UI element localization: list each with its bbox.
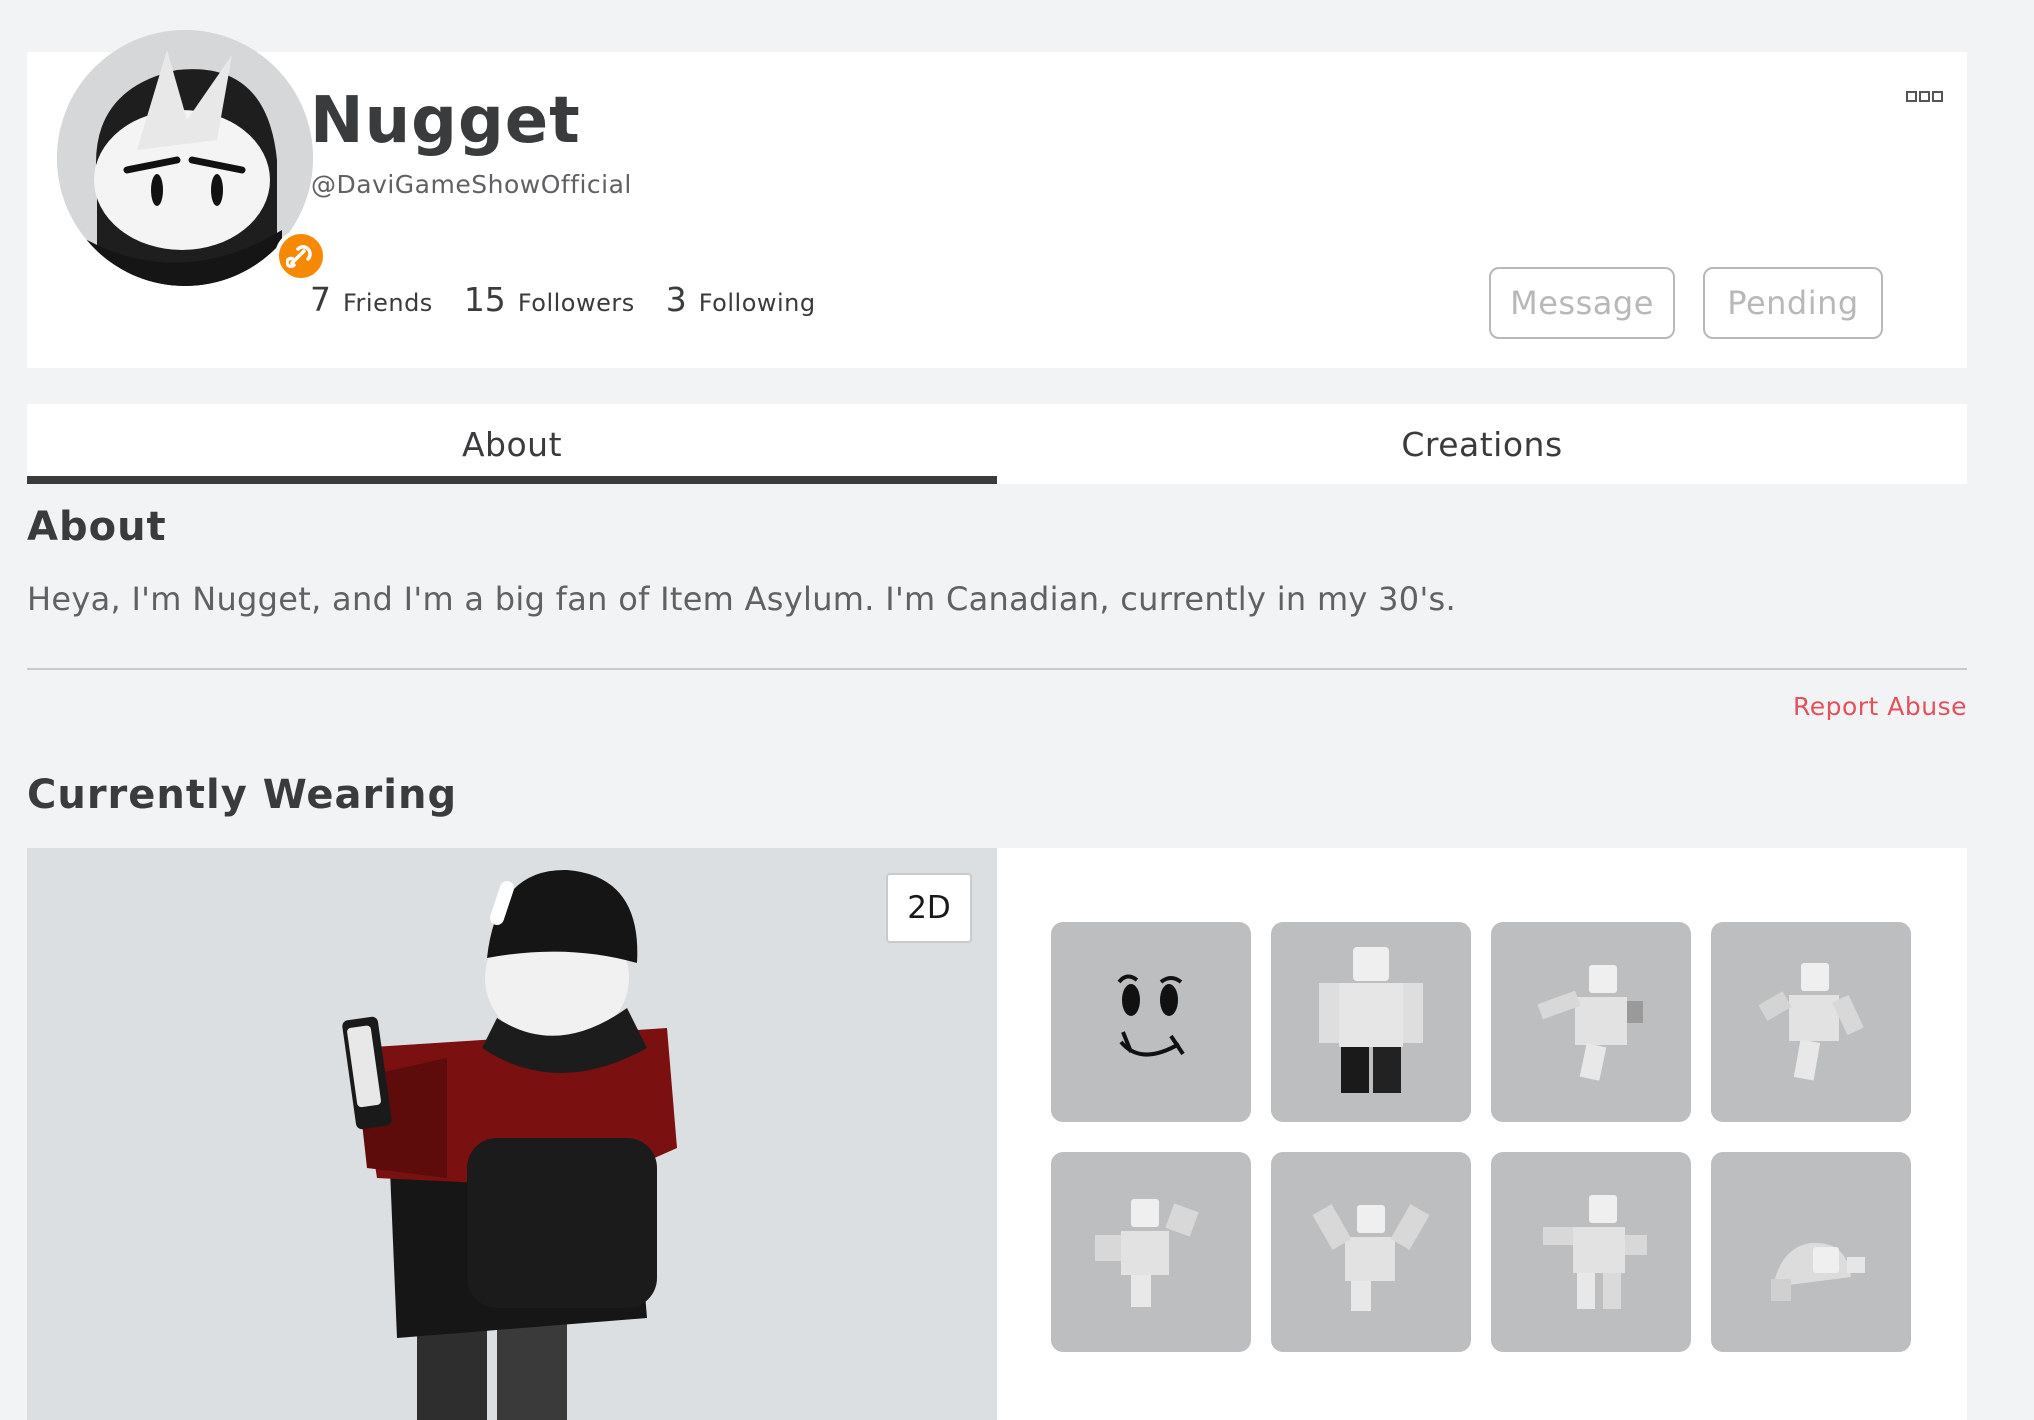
about-heading: About <box>27 504 167 550</box>
following-count: 3 <box>665 280 687 319</box>
username: @DaviGameShowOfficial <box>311 170 632 199</box>
animation-pose-icon <box>1758 963 1864 1081</box>
pending-button[interactable]: Pending <box>1703 267 1883 339</box>
avatar-3d-figure <box>342 869 677 1420</box>
tab-creations[interactable]: Creations <box>997 404 1967 484</box>
message-button[interactable]: Message <box>1489 267 1675 339</box>
profile-stats: 7 Friends 15 Followers 3 Following <box>310 280 847 319</box>
tab-about[interactable]: About <box>27 404 997 484</box>
friends-stat[interactable]: 7 Friends <box>310 280 433 319</box>
report-abuse-link[interactable]: Report Abuse <box>1793 692 1967 721</box>
followers-count: 15 <box>463 280 506 319</box>
more-options-icon[interactable] <box>1906 88 1944 107</box>
following-label: Following <box>698 289 816 317</box>
wrench-icon <box>275 230 327 282</box>
following-stat[interactable]: 3 Following <box>666 280 816 319</box>
friends-label: Friends <box>343 289 433 317</box>
display-name: Nugget <box>310 84 581 158</box>
avatar-headshot[interactable] <box>57 30 327 286</box>
avatar-3d-viewer[interactable] <box>27 848 997 1420</box>
animation-pose-icon <box>1771 1242 1865 1301</box>
animation-pose-icon <box>1543 1195 1647 1309</box>
wearing-item-animation[interactable] <box>1711 1152 1911 1352</box>
about-description: Heya, I'm Nugget, and I'm a big fan of I… <box>27 580 1456 618</box>
wearing-item-outfit[interactable] <box>1271 922 1471 1122</box>
wearing-item-grid <box>1051 922 1911 1352</box>
currently-wearing-heading: Currently Wearing <box>27 772 458 818</box>
wearing-item-face[interactable] <box>1051 922 1251 1122</box>
wearing-item-animation[interactable] <box>1271 1152 1471 1352</box>
divider <box>27 668 1967 670</box>
profile-tabs: About Creations <box>27 404 1967 484</box>
animation-pose-icon <box>1312 1204 1430 1311</box>
wearing-item-animation[interactable] <box>1051 1152 1251 1352</box>
followers-label: Followers <box>517 289 635 317</box>
wearing-item-animation[interactable] <box>1491 1152 1691 1352</box>
animation-pose-icon <box>1095 1199 1199 1307</box>
followers-stat[interactable]: 15 Followers <box>464 280 635 319</box>
toggle-2d-button[interactable]: 2D <box>886 873 972 943</box>
animation-pose-icon <box>1537 965 1643 1081</box>
avatar-image <box>57 30 313 286</box>
face-item-icon <box>1117 974 1185 1057</box>
wearing-item-animation[interactable] <box>1711 922 1911 1122</box>
friends-count: 7 <box>310 280 331 319</box>
wearing-item-animation[interactable] <box>1491 922 1691 1122</box>
avatar-outfit-icon <box>1319 947 1423 1093</box>
